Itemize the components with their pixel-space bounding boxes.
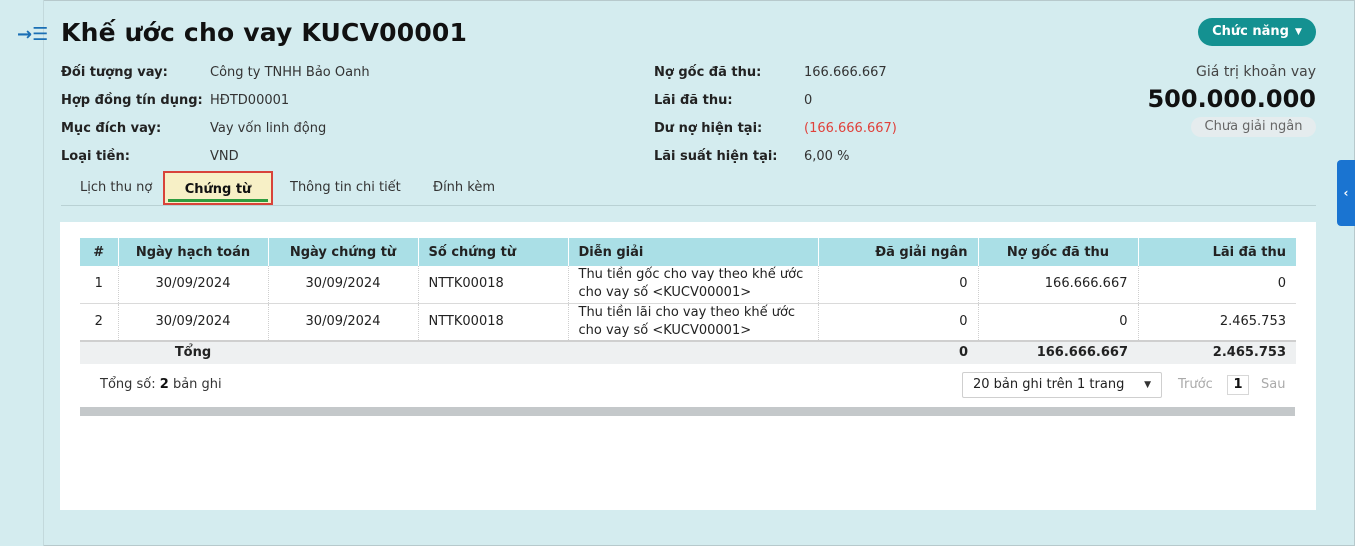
loan-amount-value: 500.000.000 bbox=[1147, 85, 1316, 113]
total-empty-cell bbox=[418, 339, 568, 364]
active-tab-indicator bbox=[168, 199, 268, 202]
cell-interest: 2.465.753 bbox=[1138, 303, 1296, 341]
record-count-label: Tổng số: bbox=[100, 377, 156, 392]
credit-contract-label: Hợp đồng tín dụng: bbox=[61, 93, 203, 108]
current-page[interactable]: 1 bbox=[1227, 375, 1249, 395]
expand-menu-icon[interactable]: →☰ bbox=[17, 25, 48, 45]
cell-disbursed: 0 bbox=[818, 266, 979, 304]
principal-collected-value: 166.666.667 bbox=[804, 65, 887, 80]
cell-doc-date: 30/09/2024 bbox=[268, 303, 419, 341]
col-header-posting-date[interactable]: Ngày hạch toán bbox=[118, 238, 269, 266]
cell-index: 2 bbox=[80, 303, 119, 341]
tab-details[interactable]: Thông tin chi tiết bbox=[290, 171, 401, 205]
cell-doc-no-link[interactable]: NTTK00018 bbox=[418, 303, 569, 341]
currency-label: Loại tiền: bbox=[61, 149, 130, 164]
table-row[interactable]: 2 30/09/2024 30/09/2024 NTTK00018 Thu ti… bbox=[80, 303, 1296, 341]
total-label: Tổng bbox=[118, 339, 268, 364]
record-count-number: 2 bbox=[159, 377, 169, 392]
side-panel-toggle[interactable]: ‹ bbox=[1337, 160, 1355, 226]
tab-attachments[interactable]: Đính kèm bbox=[433, 171, 495, 205]
interest-collected-value: 0 bbox=[804, 93, 813, 108]
total-interest: 2.465.753 bbox=[1138, 339, 1296, 364]
tab-vouchers-label: Chứng từ bbox=[184, 182, 252, 197]
table-header-row: # Ngày hạch toán Ngày chứng từ Số chứng … bbox=[80, 238, 1296, 266]
outstanding-label: Dư nợ hiện tại: bbox=[654, 121, 763, 136]
cell-doc-date: 30/09/2024 bbox=[268, 266, 419, 304]
caret-down-icon: ▼ bbox=[1294, 27, 1302, 37]
total-empty-cell bbox=[268, 339, 418, 364]
page-title: Khế ước cho vay KUCV00001 bbox=[61, 18, 468, 47]
cell-posting-date: 30/09/2024 bbox=[118, 303, 269, 341]
table-row[interactable]: 1 30/09/2024 30/09/2024 NTTK00018 Thu ti… bbox=[80, 266, 1296, 304]
col-header-principal[interactable]: Nợ gốc đã thu bbox=[978, 238, 1139, 266]
col-header-disbursed[interactable]: Đã giải ngân bbox=[818, 238, 979, 266]
total-row: Tổng 0 166.666.667 2.465.753 bbox=[80, 339, 1296, 364]
currency-value: VND bbox=[210, 149, 239, 164]
loan-amount-label: Giá trị khoản vay bbox=[1196, 64, 1316, 80]
cell-principal: 0 bbox=[978, 303, 1139, 341]
page-size-value: 20 bản ghi trên 1 trang bbox=[973, 377, 1125, 392]
col-header-index: # bbox=[80, 238, 119, 266]
dropdown-arrow-icon: ▼ bbox=[1144, 380, 1151, 390]
interest-rate-label: Lãi suất hiện tại: bbox=[654, 149, 778, 164]
chevron-left-icon: ‹ bbox=[1343, 186, 1349, 200]
cell-interest: 0 bbox=[1138, 266, 1296, 304]
left-rail: →☰ bbox=[0, 0, 48, 546]
principal-collected-label: Nợ gốc đã thu: bbox=[654, 65, 762, 80]
function-button-label: Chức năng bbox=[1212, 24, 1289, 39]
content-panel: # Ngày hạch toán Ngày chứng từ Số chứng … bbox=[60, 222, 1316, 510]
col-header-interest[interactable]: Lãi đã thu bbox=[1138, 238, 1296, 266]
cell-principal: 166.666.667 bbox=[978, 266, 1139, 304]
cell-disbursed: 0 bbox=[818, 303, 979, 341]
tab-repayment-schedule[interactable]: Lịch thu nợ bbox=[80, 171, 152, 205]
record-count-unit: bản ghi bbox=[172, 377, 222, 392]
purpose-value: Vay vốn linh động bbox=[210, 121, 327, 136]
page-size-select[interactable]: 20 bản ghi trên 1 trang ▼ bbox=[962, 372, 1162, 398]
cell-posting-date: 30/09/2024 bbox=[118, 266, 269, 304]
col-header-doc-no[interactable]: Số chứng từ bbox=[418, 238, 569, 266]
col-header-doc-date[interactable]: Ngày chứng từ bbox=[268, 238, 419, 266]
status-badge: Chưa giải ngân bbox=[1191, 117, 1316, 137]
interest-collected-label: Lãi đã thu: bbox=[654, 93, 733, 108]
total-disbursed: 0 bbox=[818, 339, 978, 364]
voucher-table: # Ngày hạch toán Ngày chứng từ Số chứng … bbox=[80, 238, 1296, 364]
credit-contract-value: HĐTD00001 bbox=[210, 93, 290, 108]
borrower-label: Đối tượng vay: bbox=[61, 65, 168, 80]
record-count: Tổng số: 2 bản ghi bbox=[100, 377, 222, 392]
cell-doc-no-link[interactable]: NTTK00018 bbox=[418, 266, 569, 304]
total-empty-cell bbox=[80, 339, 118, 364]
next-page-button[interactable]: Sau bbox=[1261, 377, 1285, 392]
outstanding-value: (166.666.667) bbox=[804, 121, 897, 136]
col-header-description[interactable]: Diễn giải bbox=[568, 238, 819, 266]
horizontal-scrollbar[interactable] bbox=[80, 407, 1295, 416]
tab-bar: Lịch thu nợ Chứng từ Thông tin chi tiết … bbox=[61, 171, 1316, 206]
cell-description: Thu tiền gốc cho vay theo khế ước cho va… bbox=[568, 266, 819, 304]
interest-rate-value: 6,00 % bbox=[804, 149, 850, 164]
cell-description: Thu tiền lãi cho vay theo khế ước cho va… bbox=[568, 303, 819, 341]
purpose-label: Mục đích vay: bbox=[61, 121, 162, 136]
total-empty-cell bbox=[568, 339, 818, 364]
tab-vouchers[interactable]: Chứng từ bbox=[163, 171, 273, 205]
function-button[interactable]: Chức năng ▼ bbox=[1198, 18, 1316, 46]
prev-page-button[interactable]: Trước bbox=[1178, 377, 1213, 392]
total-principal: 166.666.667 bbox=[978, 339, 1138, 364]
borrower-value: Công ty TNHH Bảo Oanh bbox=[210, 65, 370, 80]
cell-index: 1 bbox=[80, 266, 119, 304]
